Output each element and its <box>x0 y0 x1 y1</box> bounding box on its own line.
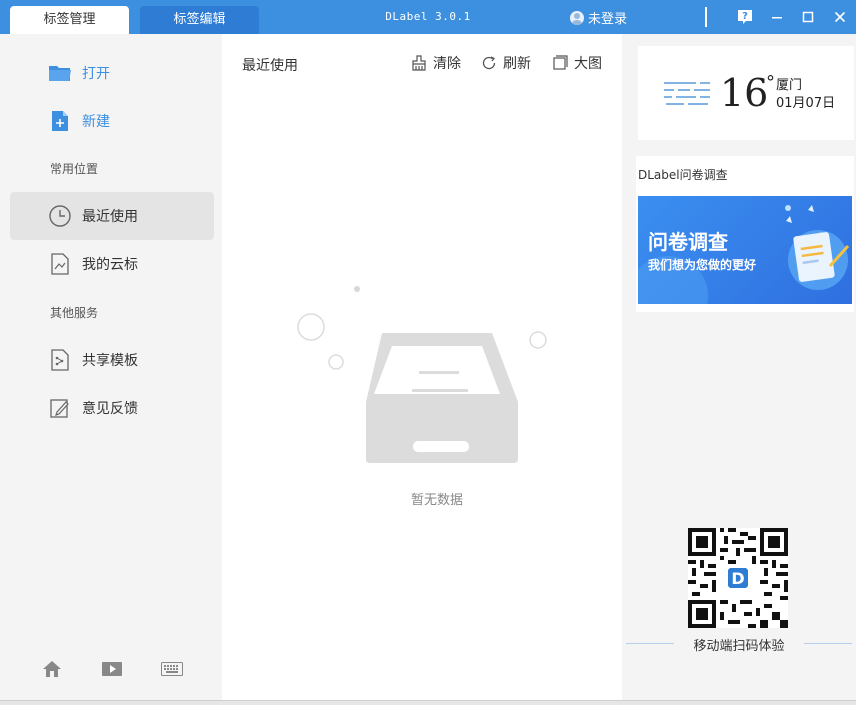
large-view-icon <box>553 55 568 70</box>
keyboard-button[interactable] <box>161 658 183 680</box>
sidebar-item-feedback[interactable]: 意见反馈 <box>10 384 214 432</box>
weather-city: 厦门 <box>776 78 803 93</box>
sidebar-item-recent[interactable]: 最近使用 <box>10 192 214 240</box>
clock-icon <box>48 204 72 228</box>
sidebar-item-label: 最近使用 <box>82 209 138 225</box>
section-title-other: 其他服务 <box>50 306 99 320</box>
svg-text:D: D <box>731 569 744 588</box>
window-frame-bottom <box>0 700 856 705</box>
sidebar-item-new[interactable]: 新建 <box>10 97 214 145</box>
sidebar-item-label: 意见反馈 <box>82 401 138 417</box>
feedback-edit-icon <box>48 396 72 420</box>
title-bar: 标签管理 标签编辑 DLabel 3.0.1 未登录 ? <box>0 0 856 34</box>
video-button[interactable] <box>101 658 123 680</box>
sidebar-item-label: 我的云标 <box>82 257 138 273</box>
refresh-label: 刷新 <box>503 56 531 72</box>
refresh-button[interactable]: 刷新 <box>481 53 531 73</box>
right-panel: 16 ° 厦门 01月07日 DLabel问卷调查 问卷调查 我们想为您做的更好 <box>622 34 856 700</box>
new-file-icon <box>48 109 72 133</box>
sidebar-item-shared-templates[interactable]: 共享模板 <box>10 336 214 384</box>
login-label: 未登录 <box>588 12 628 27</box>
banner-subtitle: 我们想为您做的更好 <box>648 258 757 272</box>
shared-template-icon <box>48 348 72 372</box>
refresh-icon <box>482 56 496 70</box>
temperature-value: 16 <box>720 71 769 115</box>
title-separator <box>705 7 707 27</box>
sidebar-item-label: 新建 <box>82 114 110 130</box>
home-button[interactable] <box>41 658 63 680</box>
folder-icon <box>48 61 72 85</box>
sidebar-item-label: 共享模板 <box>82 353 138 369</box>
main-panel: 最近使用 清除 刷新 大图 暂无数据 <box>222 34 622 700</box>
weather-widget: 16 ° 厦门 01月07日 <box>638 46 854 140</box>
video-play-icon <box>102 662 122 676</box>
survey-section: DLabel问卷调查 问卷调查 我们想为您做的更好 <box>636 156 854 312</box>
qr-divider-right <box>804 643 852 644</box>
sidebar: 打开 新建 常用位置 最近使用 我的云标 其他服务 共享模板 意见反馈 <box>0 34 222 700</box>
maximize-icon <box>802 11 814 23</box>
page-title: 最近使用 <box>242 58 298 74</box>
close-icon <box>834 11 846 23</box>
login-button[interactable]: 未登录 <box>570 8 627 27</box>
qr-code: D <box>688 528 788 628</box>
help-button[interactable]: ? <box>734 6 756 28</box>
sidebar-item-open[interactable]: 打开 <box>10 49 214 97</box>
broom-icon <box>412 55 426 71</box>
empty-inbox-illustration <box>297 286 547 463</box>
qr-caption: 移动端扫码体验 <box>693 639 785 654</box>
sidebar-item-my-cloud-labels[interactable]: 我的云标 <box>10 240 214 288</box>
minimize-button[interactable] <box>766 6 788 28</box>
large-view-label: 大图 <box>574 56 602 72</box>
weather-date: 01月07日 <box>776 96 836 111</box>
tab-label-editing[interactable]: 标签编辑 <box>140 6 259 34</box>
close-button[interactable] <box>829 6 851 28</box>
empty-state-text: 暂无数据 <box>410 493 463 508</box>
clear-label: 清除 <box>433 56 461 72</box>
tab-label-management[interactable]: 标签管理 <box>10 6 129 34</box>
minimize-icon <box>772 17 782 19</box>
maximize-button[interactable] <box>797 6 819 28</box>
section-title-common: 常用位置 <box>50 162 99 176</box>
help-icon: ? <box>738 10 752 24</box>
large-view-button[interactable]: 大图 <box>552 53 602 73</box>
qr-code-icon: D <box>688 528 788 628</box>
fog-weather-icon <box>664 82 710 105</box>
cloud-label-icon <box>48 252 72 276</box>
user-avatar-icon <box>570 10 584 25</box>
sidebar-item-label: 打开 <box>82 66 110 82</box>
svg-text:?: ? <box>742 11 748 22</box>
keyboard-icon <box>161 662 183 676</box>
survey-banner[interactable]: 问卷调查 我们想为您做的更好 <box>638 196 852 304</box>
sidebar-bottom-bar <box>0 658 222 680</box>
survey-label: DLabel问卷调查 <box>638 168 728 182</box>
banner-title: 问卷调查 <box>648 230 728 254</box>
temperature-unit: ° <box>766 72 775 93</box>
home-icon <box>43 661 61 677</box>
clear-button[interactable]: 清除 <box>411 53 461 73</box>
